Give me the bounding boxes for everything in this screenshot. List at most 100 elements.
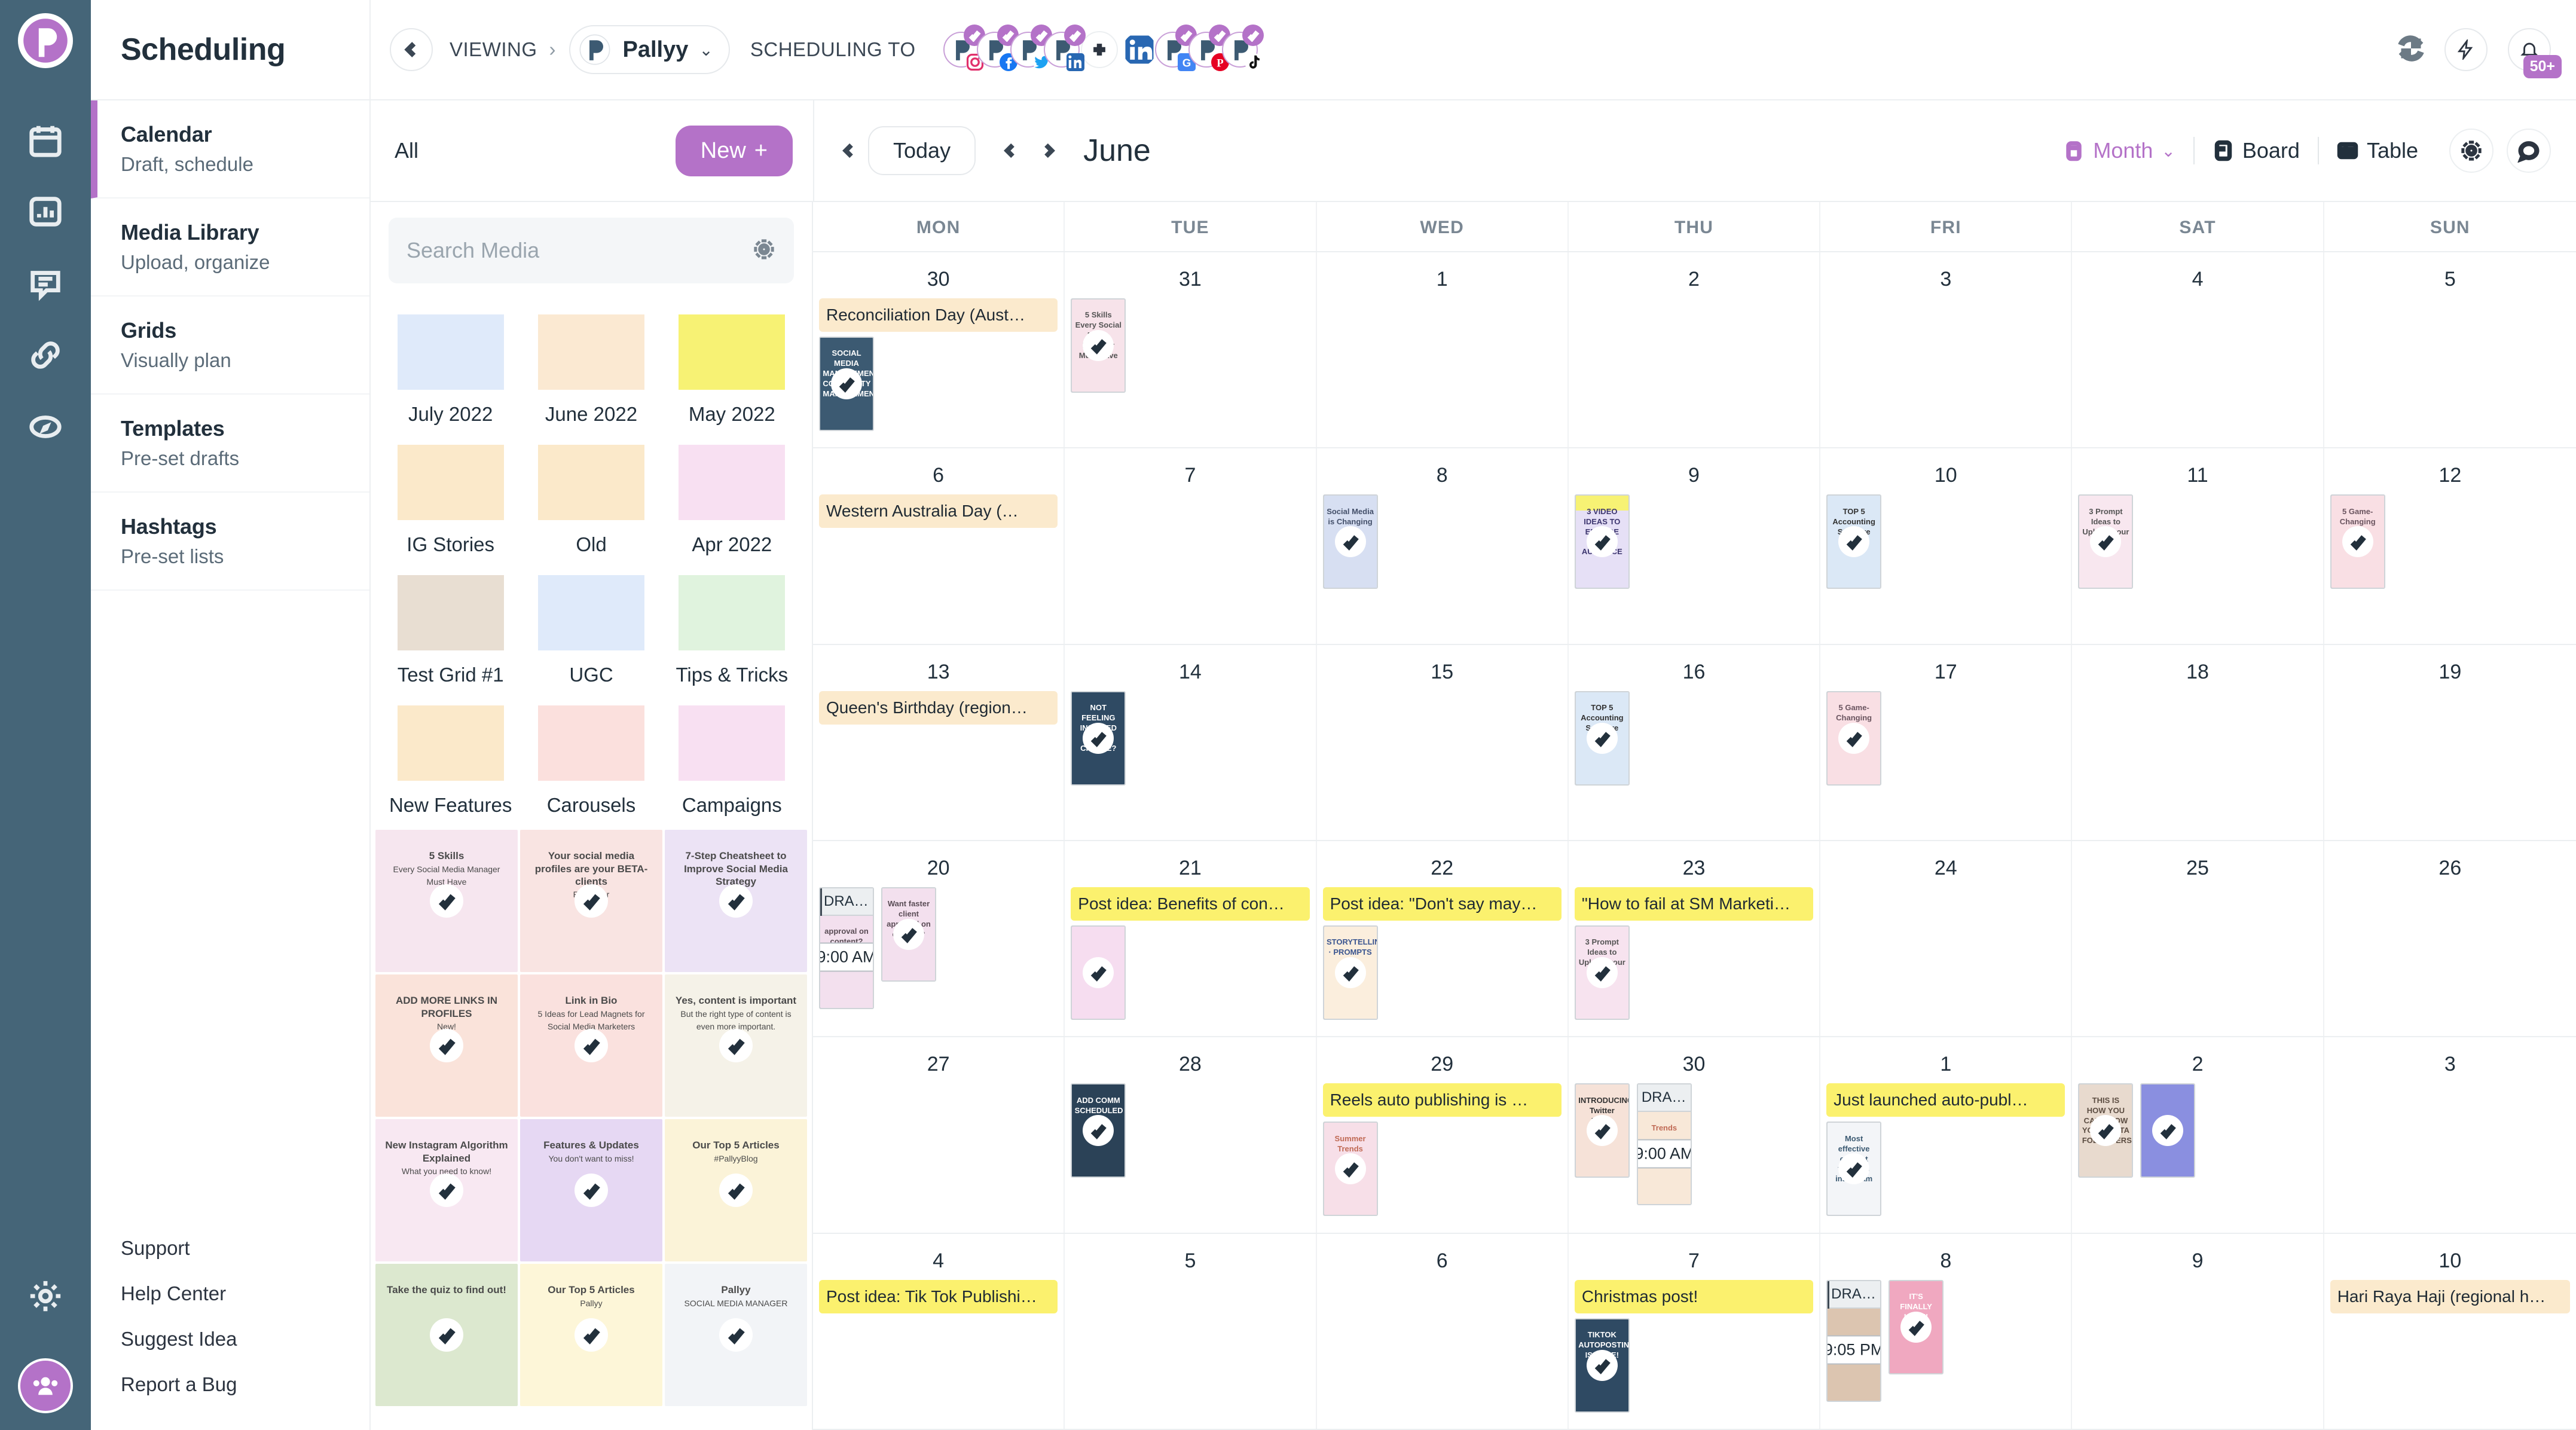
scheduled-post[interactable]: SOCIAL MEDIA MANAGEMENT COMMUNITY MANAGE… (819, 337, 874, 431)
scheduled-post[interactable]: 3 Prompt Ideas to Uplevel your Reels (1574, 925, 1630, 1020)
scheduled-post[interactable]: ADD COMM SCHEDULED (1071, 1083, 1126, 1178)
media-thumbnail[interactable]: Yes, content is important But the right t… (665, 974, 807, 1117)
rail-calendar-icon[interactable] (13, 104, 78, 176)
calendar-event-holiday[interactable]: Reconciliation Day (Aust… (819, 298, 1058, 332)
sidebar-item-templates[interactable]: Templates Pre-set drafts (91, 395, 369, 493)
sidebar-item-hashtags[interactable]: Hashtags Pre-set lists (91, 493, 369, 591)
calendar-day-cell[interactable]: 20 DRAFT: SWIP…approval on content?9:00 A… (813, 841, 1065, 1037)
scheduled-post[interactable]: 3 VIDEO IDEAS TO ENGAGE YOUR AUDIENCE (1574, 494, 1630, 589)
media-folder[interactable]: New Features (380, 692, 521, 823)
view-option-board[interactable]: Board (2195, 138, 2318, 163)
calendar-event-note[interactable]: Christmas post! (1574, 1279, 1814, 1313)
scheduled-post[interactable]: Most effective content types on instagra… (1826, 1122, 1882, 1217)
calendar-day-cell[interactable]: 3 (2324, 1037, 2576, 1232)
calendar-day-cell[interactable]: 9 (2072, 1233, 2324, 1429)
account-linkedin[interactable] (1043, 25, 1086, 71)
calendar-event-holiday[interactable]: Western Australia Day (… (819, 494, 1058, 528)
footer-link-report-bug[interactable]: Report a Bug (121, 1362, 369, 1407)
view-option-month[interactable]: Month ⌄ (2045, 138, 2193, 163)
pallyy-logo-icon[interactable] (18, 13, 73, 68)
calendar-day-cell[interactable]: 31 5 SkillsEvery Social Media Manager Mus… (1065, 252, 1317, 448)
calendar-day-cell[interactable]: 9 3 VIDEO IDEAS TO ENGAGE YOUR AUDIENCE (1569, 448, 1821, 644)
media-thumbnail[interactable]: Our Top 5 Articles Pallyy (520, 1264, 662, 1406)
media-folder[interactable]: Campaigns (662, 692, 802, 823)
calendar-event-note[interactable]: Post idea: Benefits of con… (1071, 887, 1310, 921)
calendar-day-cell[interactable]: 25 (2072, 841, 2324, 1037)
media-folder[interactable]: Carousels (521, 692, 661, 823)
media-thumbnail[interactable]: New Instagram Algorithm Explained What yo… (375, 1119, 518, 1261)
media-folder[interactable]: July 2022 (380, 301, 521, 432)
media-thumbnail[interactable]: Our Top 5 Articles #PallyyBlog (665, 1119, 807, 1261)
add-account-button[interactable] (1080, 31, 1118, 68)
scheduled-post[interactable]: Want faster client approval on content? (881, 887, 936, 982)
account-instagram[interactable] (943, 25, 985, 71)
calendar-day-cell[interactable]: 1 Just launched auto-publ… Most effective … (1820, 1037, 2073, 1233)
media-thumbnail[interactable]: Take the quiz to find out! (375, 1264, 518, 1406)
sync-icon[interactable] (2398, 35, 2424, 65)
media-settings-icon[interactable] (752, 237, 776, 264)
scheduled-post[interactable]: IT'S FINALLY HERE! (1889, 1279, 1944, 1374)
media-thumbnail[interactable]: ADD MORE LINKS IN PROFILES New! (375, 974, 518, 1117)
new-button[interactable]: New + (675, 125, 793, 176)
calendar-day-cell[interactable]: 10 TOP 5 Accounting Software (1820, 448, 2073, 644)
rail-comments-icon[interactable] (13, 248, 78, 319)
calendar-event-note[interactable]: Post idea: Tik Tok Publishi… (819, 1279, 1058, 1313)
rail-settings-gear-icon[interactable] (13, 1260, 78, 1332)
account-linkedin-page[interactable] (1121, 32, 1157, 68)
calendar-day-cell[interactable]: 19 (2324, 645, 2576, 840)
calendar-day-cell[interactable]: 7 Christmas post! TIKTOK AUTOPOSTING IS HE… (1569, 1233, 1821, 1429)
calendar-event-note[interactable]: Just launched auto-publ… (1826, 1083, 2065, 1117)
calendar-event-holiday[interactable]: Queen's Birthday (region… (819, 690, 1058, 725)
scheduled-post[interactable]: Summer Trends (1322, 1122, 1378, 1217)
rail-analytics-icon[interactable] (13, 176, 78, 248)
scheduled-post[interactable]: TOP 5 Accounting Software (1574, 690, 1630, 786)
notifications-button[interactable]: 50+ (2508, 28, 2562, 78)
media-folder[interactable]: UGC (521, 562, 661, 692)
footer-link-support[interactable]: Support (121, 1226, 369, 1271)
calendar-day-cell[interactable]: 18 (2072, 644, 2324, 840)
calendar-day-cell[interactable]: 2 (1569, 252, 1821, 448)
account-tiktok[interactable] (1221, 25, 1264, 71)
calendar-day-cell[interactable]: 17 5 Game-Changing Tips (1820, 644, 2073, 840)
scheduled-post[interactable]: DRAFT: SWIP…approval on content?9:00 AM (819, 887, 874, 1009)
media-thumbnail[interactable]: Link in Bio 5 Ideas for Lead Magnets for … (520, 974, 662, 1117)
back-button[interactable] (390, 28, 433, 71)
calendar-day-cell[interactable]: 7 (1065, 448, 1317, 644)
calendar-day-cell[interactable]: 6 (1317, 1233, 1569, 1429)
calendar-day-cell[interactable]: 26 (2324, 841, 2576, 1036)
calendar-day-cell[interactable]: 5 (2324, 252, 2576, 447)
media-thumbnail[interactable]: 5 Skills Every Social Media Manager Must … (375, 830, 518, 972)
calendar-settings-button[interactable] (2449, 129, 2494, 173)
calendar-day-cell[interactable]: 15 (1317, 644, 1569, 840)
media-folder[interactable]: May 2022 (662, 301, 802, 432)
media-thumbnail[interactable]: Your social media profiles are your BETA… (520, 830, 662, 972)
media-filter-all[interactable]: All (395, 138, 418, 163)
calendar-day-cell[interactable]: 30 INTRODUCING Twitter Notes DRAFT: Trends 9… (1569, 1037, 1821, 1233)
sidebar-item-grids[interactable]: Grids Visually plan (91, 297, 369, 395)
calendar-day-cell[interactable]: 11 3 Prompt Ideas to Uplevel your Reels (2072, 448, 2324, 644)
scheduled-post[interactable]: THIS IS HOW YOU CAN GROW YOUR INSTA FOLL… (2078, 1083, 2134, 1178)
media-folder[interactable]: Apr 2022 (662, 432, 802, 562)
sidebar-item-calendar[interactable]: Calendar Draft, schedule (91, 100, 369, 198)
next-month-button[interactable] (1029, 132, 1068, 170)
today-button[interactable]: Today (868, 126, 976, 175)
calendar-day-cell[interactable]: 2 THIS IS HOW YOU CAN GROW YOUR INSTA FOL… (2072, 1037, 2324, 1233)
scheduled-post[interactable]: STORYTELLING · PROMPTS · (1322, 925, 1378, 1020)
calendar-event-holiday[interactable]: Hari Raya Haji (regional h… (2330, 1279, 2570, 1313)
media-folder[interactable]: Tips & Tricks (662, 562, 802, 692)
rail-link-icon[interactable] (13, 319, 78, 391)
calendar-day-cell[interactable]: 22 Post idea: "Don't say may… STORYTELLING… (1317, 841, 1569, 1037)
scheduled-post[interactable]: DRAFT: LOO… 9:05 PM (1826, 1279, 1882, 1402)
calendar-day-cell[interactable]: 8 Social Media is Changing (1317, 448, 1569, 644)
account-pinterest[interactable]: P (1188, 25, 1230, 71)
media-thumbnail[interactable]: Pallyy SOCIAL MEDIA MANAGER (665, 1264, 807, 1406)
scheduled-post[interactable]: INTRODUCING Twitter Notes (1574, 1083, 1630, 1178)
footer-link-suggest-idea[interactable]: Suggest Idea (121, 1316, 369, 1362)
calendar-day-cell[interactable]: 28 ADD COMM SCHEDULED (1065, 1037, 1317, 1233)
calendar-day-cell[interactable]: 6 Western Australia Day (… (813, 448, 1065, 644)
calendar-event-note[interactable]: Post idea: "Don't say may… (1322, 887, 1562, 921)
media-folder[interactable]: Test Grid #1 (380, 562, 521, 692)
media-folder[interactable]: June 2022 (521, 301, 661, 432)
calendar-day-cell[interactable]: 21 Post idea: Benefits of con… (1065, 841, 1317, 1037)
scheduled-post[interactable]: NOT FEELING INSPIRED TO CREATE? (1071, 690, 1126, 786)
